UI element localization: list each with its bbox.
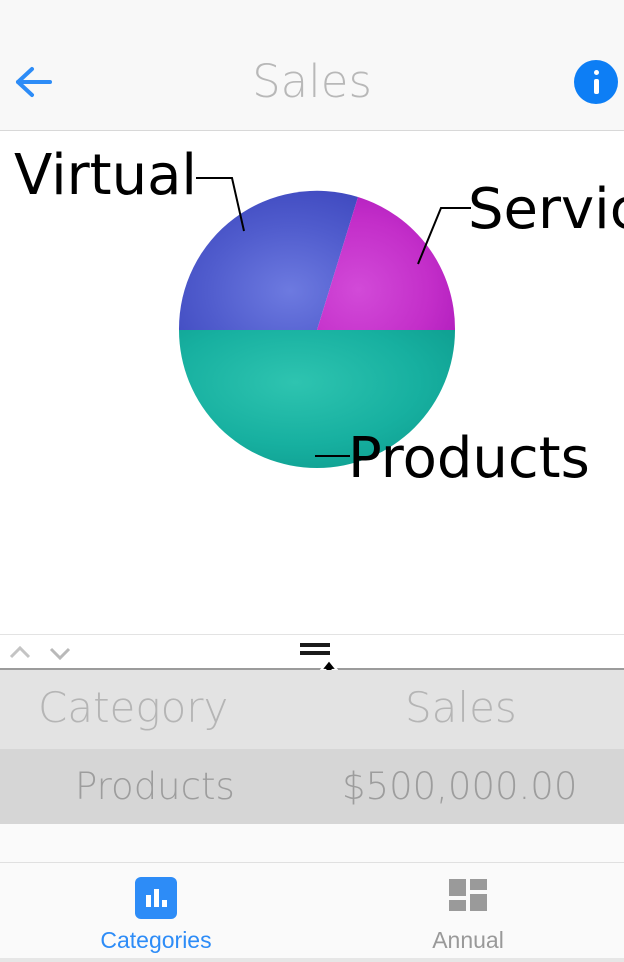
info-icon [574, 60, 618, 104]
app-header: Sales [0, 0, 624, 131]
chevron-up-icon[interactable] [7, 643, 33, 663]
pie-chart-panel[interactable]: Virtual Servic Products Products Virtual… [0, 131, 624, 634]
bar-chart-icon [135, 877, 177, 919]
cell-sales: $500,000.00 [342, 765, 578, 808]
bottom-tab-bar: Categories Annual [0, 862, 624, 962]
tab-label-annual: Annual [432, 927, 504, 953]
drag-grip-icon[interactable] [300, 643, 330, 659]
page-title: Sales [252, 55, 372, 108]
tab-categories[interactable]: Categories [0, 863, 312, 962]
chevron-down-icon[interactable] [47, 643, 73, 663]
table-row[interactable]: Products $500,000.00 [0, 749, 624, 824]
column-header-category[interactable]: Category [38, 670, 228, 746]
splitter-toolbar[interactable] [0, 634, 624, 670]
grid-icon [447, 877, 489, 919]
grip-bar-top [300, 643, 330, 647]
pie-chart[interactable]: Virtual Servic Products [0, 131, 624, 634]
table-header-row: Category Sales [0, 670, 624, 746]
cell-category: Products [75, 765, 235, 808]
info-button[interactable] [574, 60, 618, 104]
column-header-sales[interactable]: Sales [405, 670, 517, 746]
pie-label-services: Servic [468, 177, 624, 242]
tab-label-categories: Categories [100, 927, 212, 953]
pie-label-products: Products [348, 426, 590, 491]
tab-annual[interactable]: Annual [312, 863, 624, 962]
home-indicator [0, 958, 624, 962]
sales-table[interactable]: Category Sales Products $500,000.00 [0, 670, 624, 862]
info-icon-stem [593, 79, 599, 94]
grip-bar-bottom [300, 651, 330, 655]
info-icon-dot [593, 70, 599, 75]
pie-label-virtual: Virtual [14, 143, 197, 208]
table-empty-area [0, 824, 624, 862]
